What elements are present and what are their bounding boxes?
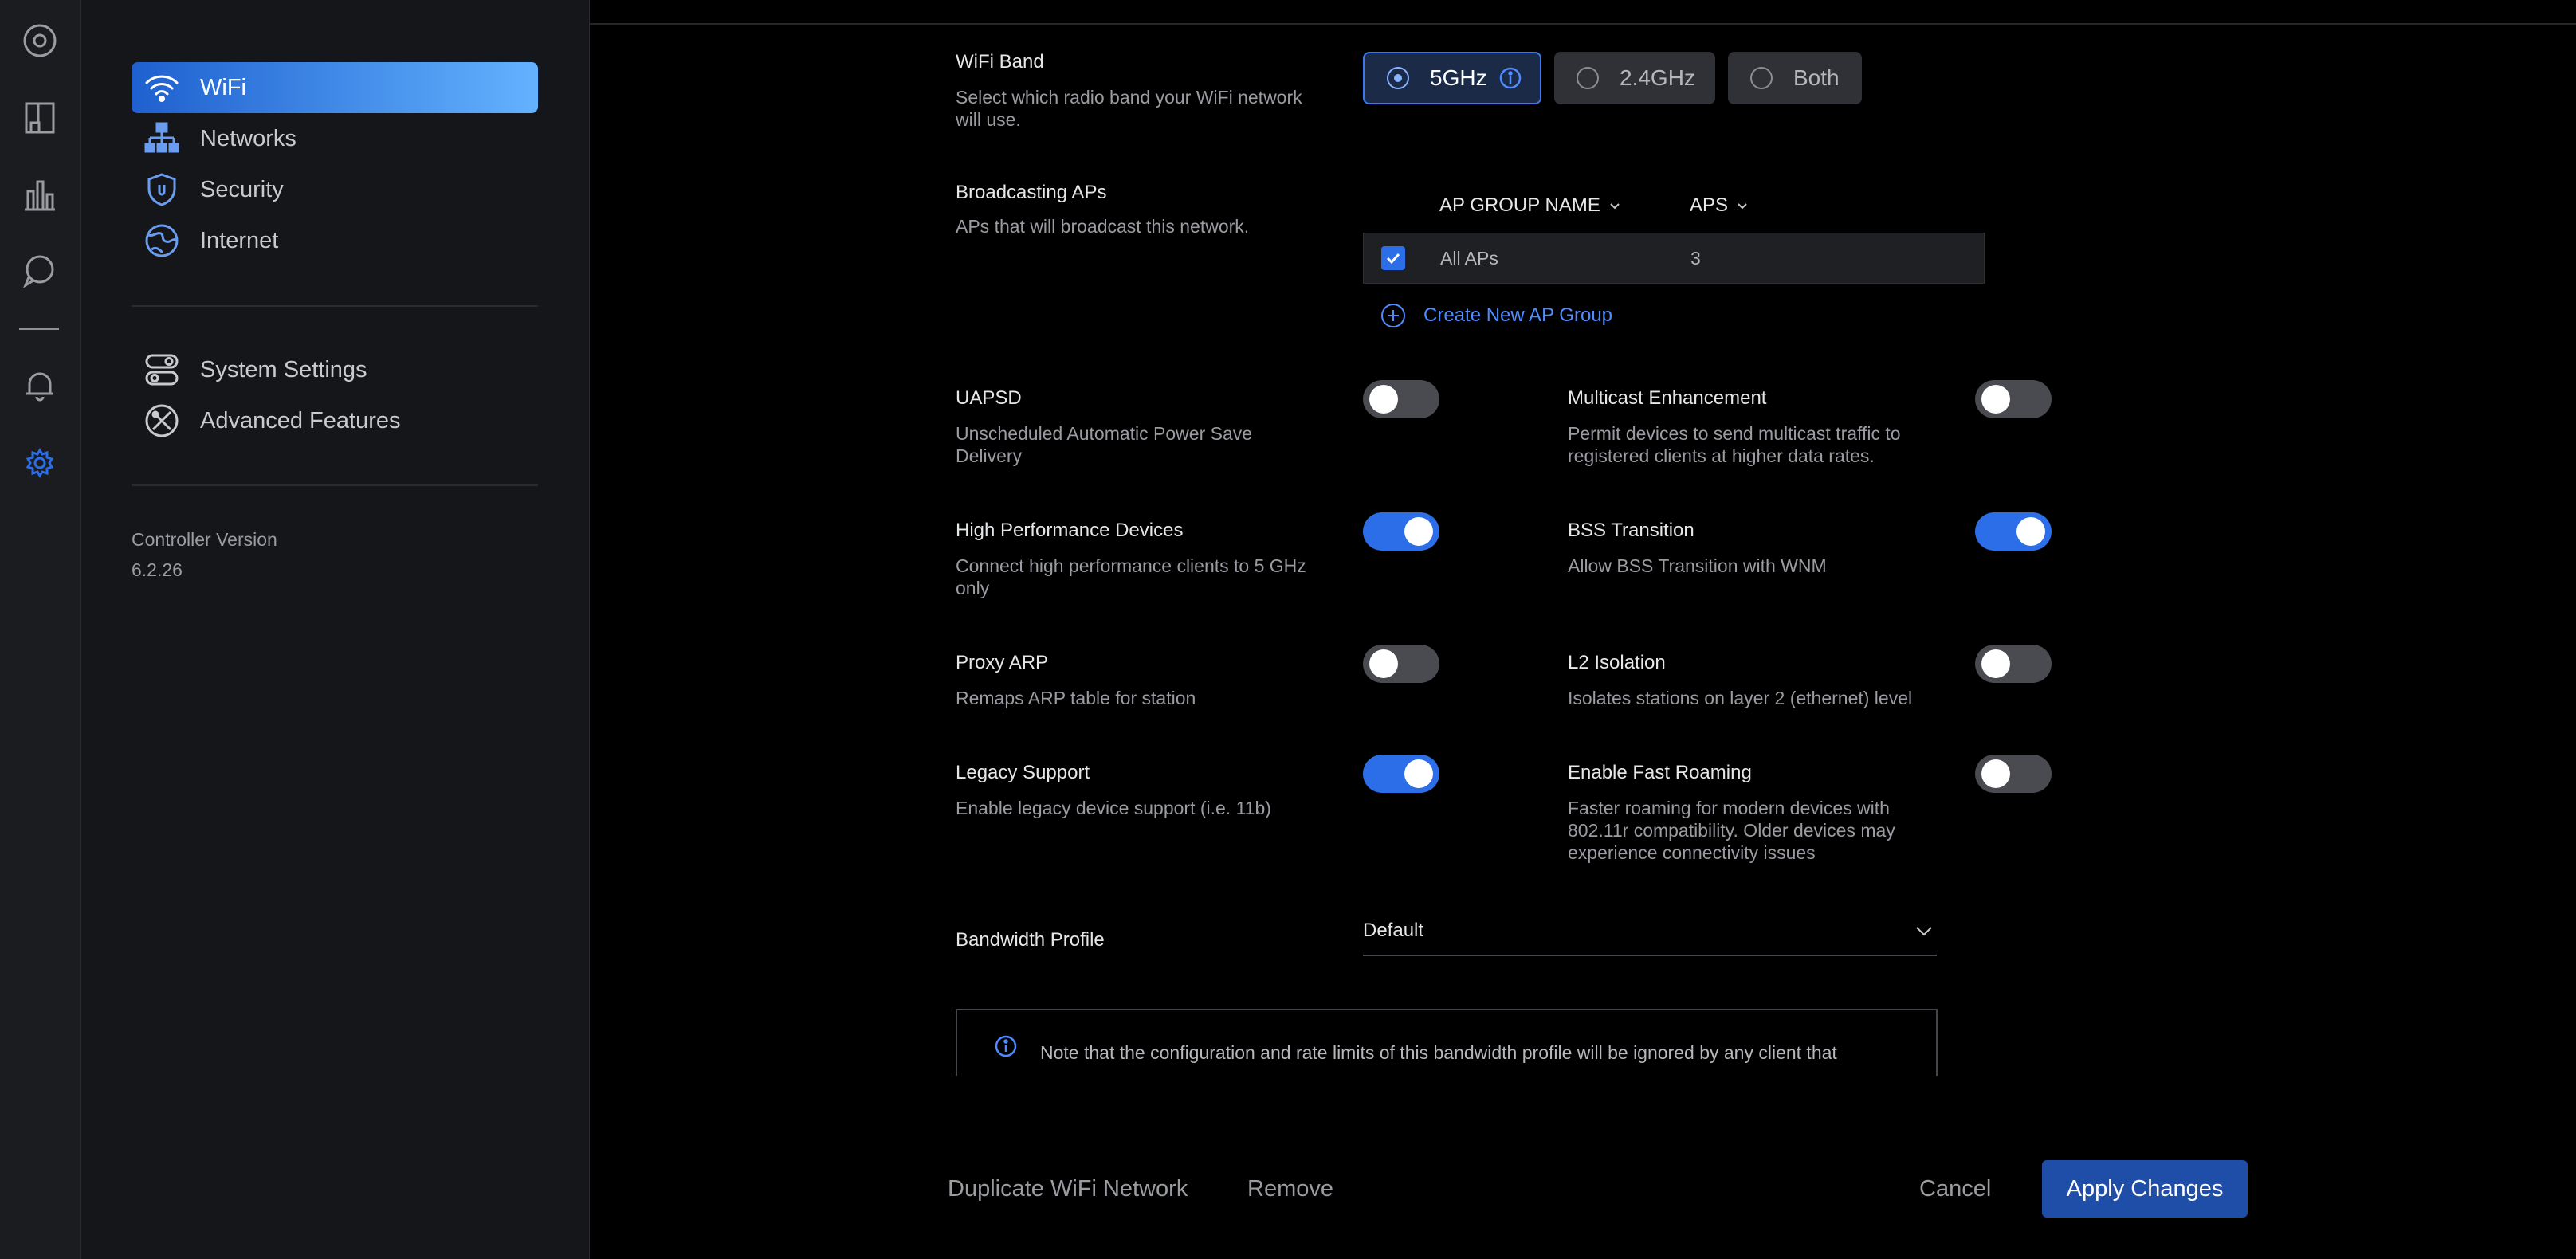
column-header-aps[interactable]: APS bbox=[1690, 194, 1749, 217]
high-performance-description: Connect high performance clients to 5 GH… bbox=[956, 555, 1306, 598]
sidebar-divider bbox=[132, 484, 538, 486]
dashboard-icon[interactable] bbox=[21, 22, 59, 60]
chevron-down-icon bbox=[1916, 927, 1932, 936]
bell-icon[interactable] bbox=[21, 367, 59, 405]
gear-icon[interactable] bbox=[21, 444, 59, 482]
aps-count-cell: 3 bbox=[1690, 248, 1701, 269]
wifi-band-description: Select which radio band your WiFi networ… bbox=[956, 87, 1302, 130]
header-divider bbox=[590, 23, 2576, 25]
l2-isolation-toggle[interactable] bbox=[1975, 645, 2052, 683]
shield-icon bbox=[143, 171, 181, 209]
sidebar-item-wifi[interactable]: WiFi bbox=[132, 62, 538, 113]
cancel-button[interactable]: Cancel bbox=[1919, 1176, 1991, 1202]
broadcasting-aps-description: APs that will broadcast this network. bbox=[956, 216, 1250, 237]
table-row[interactable]: All APs 3 bbox=[1363, 233, 1985, 284]
band-option-label: Both bbox=[1793, 65, 1840, 90]
radio-indicator bbox=[1387, 67, 1409, 89]
check-icon bbox=[1386, 253, 1400, 265]
icon-rail bbox=[0, 0, 80, 1259]
controller-version-value: 6.2.26 bbox=[132, 559, 183, 580]
advanced-tools-icon bbox=[143, 402, 181, 440]
wifi-band-title: WiFi Band bbox=[956, 51, 1044, 73]
network-icon bbox=[143, 120, 181, 158]
sidebar-divider bbox=[132, 305, 538, 307]
chevron-down-icon bbox=[1610, 203, 1620, 210]
bandwidth-note: Note that the configuration and rate lim… bbox=[956, 1009, 1938, 1076]
high-performance-toggle[interactable] bbox=[1363, 512, 1439, 551]
band-option-both[interactable]: Both bbox=[1728, 52, 1862, 104]
sidebar-item-label: Internet bbox=[200, 227, 279, 253]
row-checkbox[interactable] bbox=[1381, 246, 1405, 270]
duplicate-wifi-button[interactable]: Duplicate WiFi Network bbox=[948, 1176, 1188, 1202]
proxy-arp-description: Remaps ARP table for station bbox=[956, 688, 1196, 708]
proxy-arp-toggle[interactable] bbox=[1363, 645, 1439, 683]
uapsd-description: Unscheduled Automatic Power Save Deliver… bbox=[956, 423, 1253, 466]
info-icon bbox=[995, 1035, 1017, 1057]
l2-isolation-description: Isolates stations on layer 2 (ethernet) … bbox=[1568, 688, 1913, 708]
legacy-support-description: Enable legacy device support (i.e. 11b) bbox=[956, 798, 1271, 818]
chevron-down-icon bbox=[1738, 203, 1747, 210]
bandwidth-profile-select[interactable]: Default bbox=[1363, 908, 1937, 956]
wifi-icon bbox=[143, 69, 181, 107]
sidebar-item-system-settings[interactable]: System Settings bbox=[132, 344, 538, 395]
fast-roaming-toggle[interactable] bbox=[1975, 755, 2052, 793]
band-option-2-4ghz[interactable]: 2.4GHz bbox=[1554, 52, 1715, 104]
sidebar-item-label: Networks bbox=[200, 125, 296, 151]
radio-indicator bbox=[1577, 67, 1599, 89]
ap-group-name-cell: All APs bbox=[1440, 248, 1498, 269]
sidebar-item-label: Advanced Features bbox=[200, 407, 401, 433]
proxy-arp-title: Proxy ARP bbox=[956, 652, 1049, 673]
sidebar-item-label: Security bbox=[200, 176, 284, 202]
fast-roaming-title: Enable Fast Roaming bbox=[1568, 762, 1752, 783]
create-ap-group-label: Create New AP Group bbox=[1423, 304, 1613, 326]
bss-transition-description: Allow BSS Transition with WNM bbox=[1568, 555, 1827, 576]
broadcasting-aps-title: Broadcasting APs bbox=[956, 182, 1107, 203]
create-ap-group-link[interactable]: Create New AP Group bbox=[1380, 303, 1612, 328]
bandwidth-note-line: has a Bandwidth profile already selected… bbox=[1040, 1068, 1837, 1076]
rail-divider bbox=[19, 328, 59, 330]
sidebar-item-advanced-features[interactable]: Advanced Features bbox=[132, 395, 538, 446]
band-option-label: 2.4GHz bbox=[1620, 65, 1695, 90]
bss-transition-toggle[interactable] bbox=[1975, 512, 2052, 551]
info-icon[interactable] bbox=[1498, 66, 1522, 90]
settings-sidebar: WiFi Networks Security Internet System S… bbox=[80, 0, 590, 1259]
l2-isolation-title: L2 Isolation bbox=[1568, 652, 1666, 673]
sidebar-item-security[interactable]: Security bbox=[132, 164, 538, 215]
statistics-icon[interactable] bbox=[21, 175, 59, 214]
multicast-toggle[interactable] bbox=[1975, 380, 2052, 418]
sidebar-item-label: WiFi bbox=[200, 74, 246, 100]
bandwidth-profile-title: Bandwidth Profile bbox=[956, 929, 1105, 951]
multicast-description: Permit devices to send multicast traffic… bbox=[1568, 423, 1901, 466]
sidebar-item-label: System Settings bbox=[200, 356, 367, 382]
insights-icon[interactable] bbox=[21, 252, 59, 290]
globe-icon bbox=[143, 222, 181, 260]
fast-roaming-description: Faster roaming for modern devices with 8… bbox=[1568, 798, 1895, 863]
sidebar-item-networks[interactable]: Networks bbox=[132, 113, 538, 164]
bss-transition-title: BSS Transition bbox=[1568, 520, 1694, 541]
remove-button[interactable]: Remove bbox=[1247, 1176, 1333, 1202]
bandwidth-profile-value: Default bbox=[1363, 920, 1424, 941]
uapsd-toggle[interactable] bbox=[1363, 380, 1439, 418]
controller-version-label: Controller Version bbox=[132, 529, 277, 550]
legacy-support-toggle[interactable] bbox=[1363, 755, 1439, 793]
toggle-settings-icon bbox=[143, 351, 181, 389]
column-header-ap-group-name[interactable]: AP GROUP NAME bbox=[1439, 194, 1621, 217]
radio-indicator bbox=[1750, 67, 1773, 89]
sidebar-item-internet[interactable]: Internet bbox=[132, 215, 538, 266]
devices-icon[interactable] bbox=[21, 99, 59, 137]
band-option-5ghz[interactable]: 5GHz bbox=[1363, 52, 1541, 104]
plus-circle-icon bbox=[1381, 304, 1405, 327]
bandwidth-note-line: Note that the configuration and rate lim… bbox=[1040, 1042, 1837, 1063]
multicast-title: Multicast Enhancement bbox=[1568, 387, 1767, 409]
high-performance-title: High Performance Devices bbox=[956, 520, 1184, 541]
band-option-label: 5GHz bbox=[1430, 65, 1487, 90]
legacy-support-title: Legacy Support bbox=[956, 762, 1090, 783]
wifi-settings-form: WiFi Band Select which radio band your W… bbox=[590, 0, 2576, 1259]
uapsd-title: UAPSD bbox=[956, 387, 1022, 409]
apply-changes-button[interactable]: Apply Changes bbox=[2042, 1160, 2248, 1218]
